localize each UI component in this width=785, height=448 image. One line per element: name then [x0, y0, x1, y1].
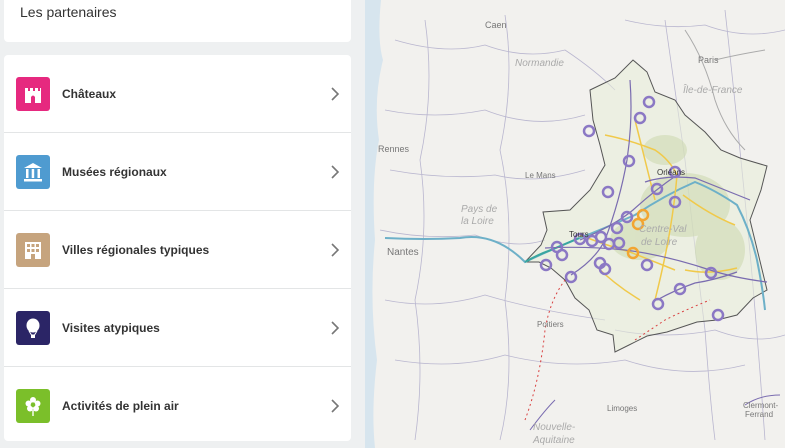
- chevron-right-icon: [331, 398, 340, 413]
- label-nantes: Nantes: [387, 247, 419, 258]
- partners-header: Les partenaires: [4, 0, 351, 42]
- label-normandie: Normandie: [515, 58, 564, 69]
- category-musees[interactable]: Musées régionaux: [4, 133, 351, 211]
- category-label: Activités de plein air: [62, 398, 179, 413]
- label-limoges: Limoges: [607, 404, 637, 413]
- label-ile-de-france: Île-de-France: [683, 83, 743, 96]
- label-paris: Paris: [698, 55, 719, 65]
- chevron-right-icon: [331, 242, 340, 257]
- label-centre-2: de Loire: [641, 237, 678, 248]
- label-le-mans: Le Mans: [525, 171, 556, 180]
- flower-icon: [16, 388, 50, 423]
- castle-icon: [16, 76, 50, 111]
- museum-icon: [16, 154, 50, 189]
- category-label: Visites atypiques: [62, 320, 160, 335]
- label-nouvelle-1: Nouvelle-: [533, 422, 576, 433]
- category-label: Villes régionales typiques: [62, 242, 210, 257]
- chevron-right-icon: [331, 86, 340, 101]
- label-rennes: Rennes: [378, 144, 410, 154]
- label-pays-de-la-loire-2: la Loire: [461, 216, 494, 227]
- category-visites[interactable]: Visites atypiques: [4, 289, 351, 367]
- label-nouvelle-2: Aquitaine: [532, 435, 575, 446]
- category-chateaux[interactable]: Châteaux: [4, 55, 351, 133]
- label-clermont-2: Ferrand: [745, 410, 773, 419]
- building-icon: [16, 232, 50, 267]
- balloon-icon: [16, 310, 50, 345]
- chevron-right-icon: [331, 320, 340, 335]
- chevron-right-icon: [331, 164, 340, 179]
- category-activites[interactable]: Activités de plein air: [4, 367, 351, 444]
- category-villes[interactable]: Villes régionales typiques: [4, 211, 351, 289]
- partners-title: Les partenaires: [20, 4, 117, 20]
- category-list: Châteaux Musées régionaux Villes régiona…: [4, 55, 351, 441]
- map-canvas[interactable]: Caen Normandie Paris Île-de-France Renne…: [365, 0, 785, 448]
- category-label: Musées régionaux: [62, 164, 167, 179]
- map-view[interactable]: Caen Normandie Paris Île-de-France Renne…: [365, 0, 785, 448]
- partner-marker[interactable]: [582, 124, 596, 138]
- label-tours: Tours: [569, 230, 589, 239]
- label-clermont-1: Clermont-: [743, 401, 778, 410]
- label-caen: Caen: [485, 20, 507, 30]
- label-pays-de-la-loire-1: Pays de: [461, 204, 498, 215]
- label-orleans: Orléans: [657, 168, 685, 177]
- label-poitiers: Poitiers: [537, 320, 564, 329]
- category-label: Châteaux: [62, 86, 117, 101]
- label-centre-1: Centre-Val: [639, 224, 687, 235]
- sidebar: Les partenaires Châteaux Musées régionau…: [0, 0, 365, 448]
